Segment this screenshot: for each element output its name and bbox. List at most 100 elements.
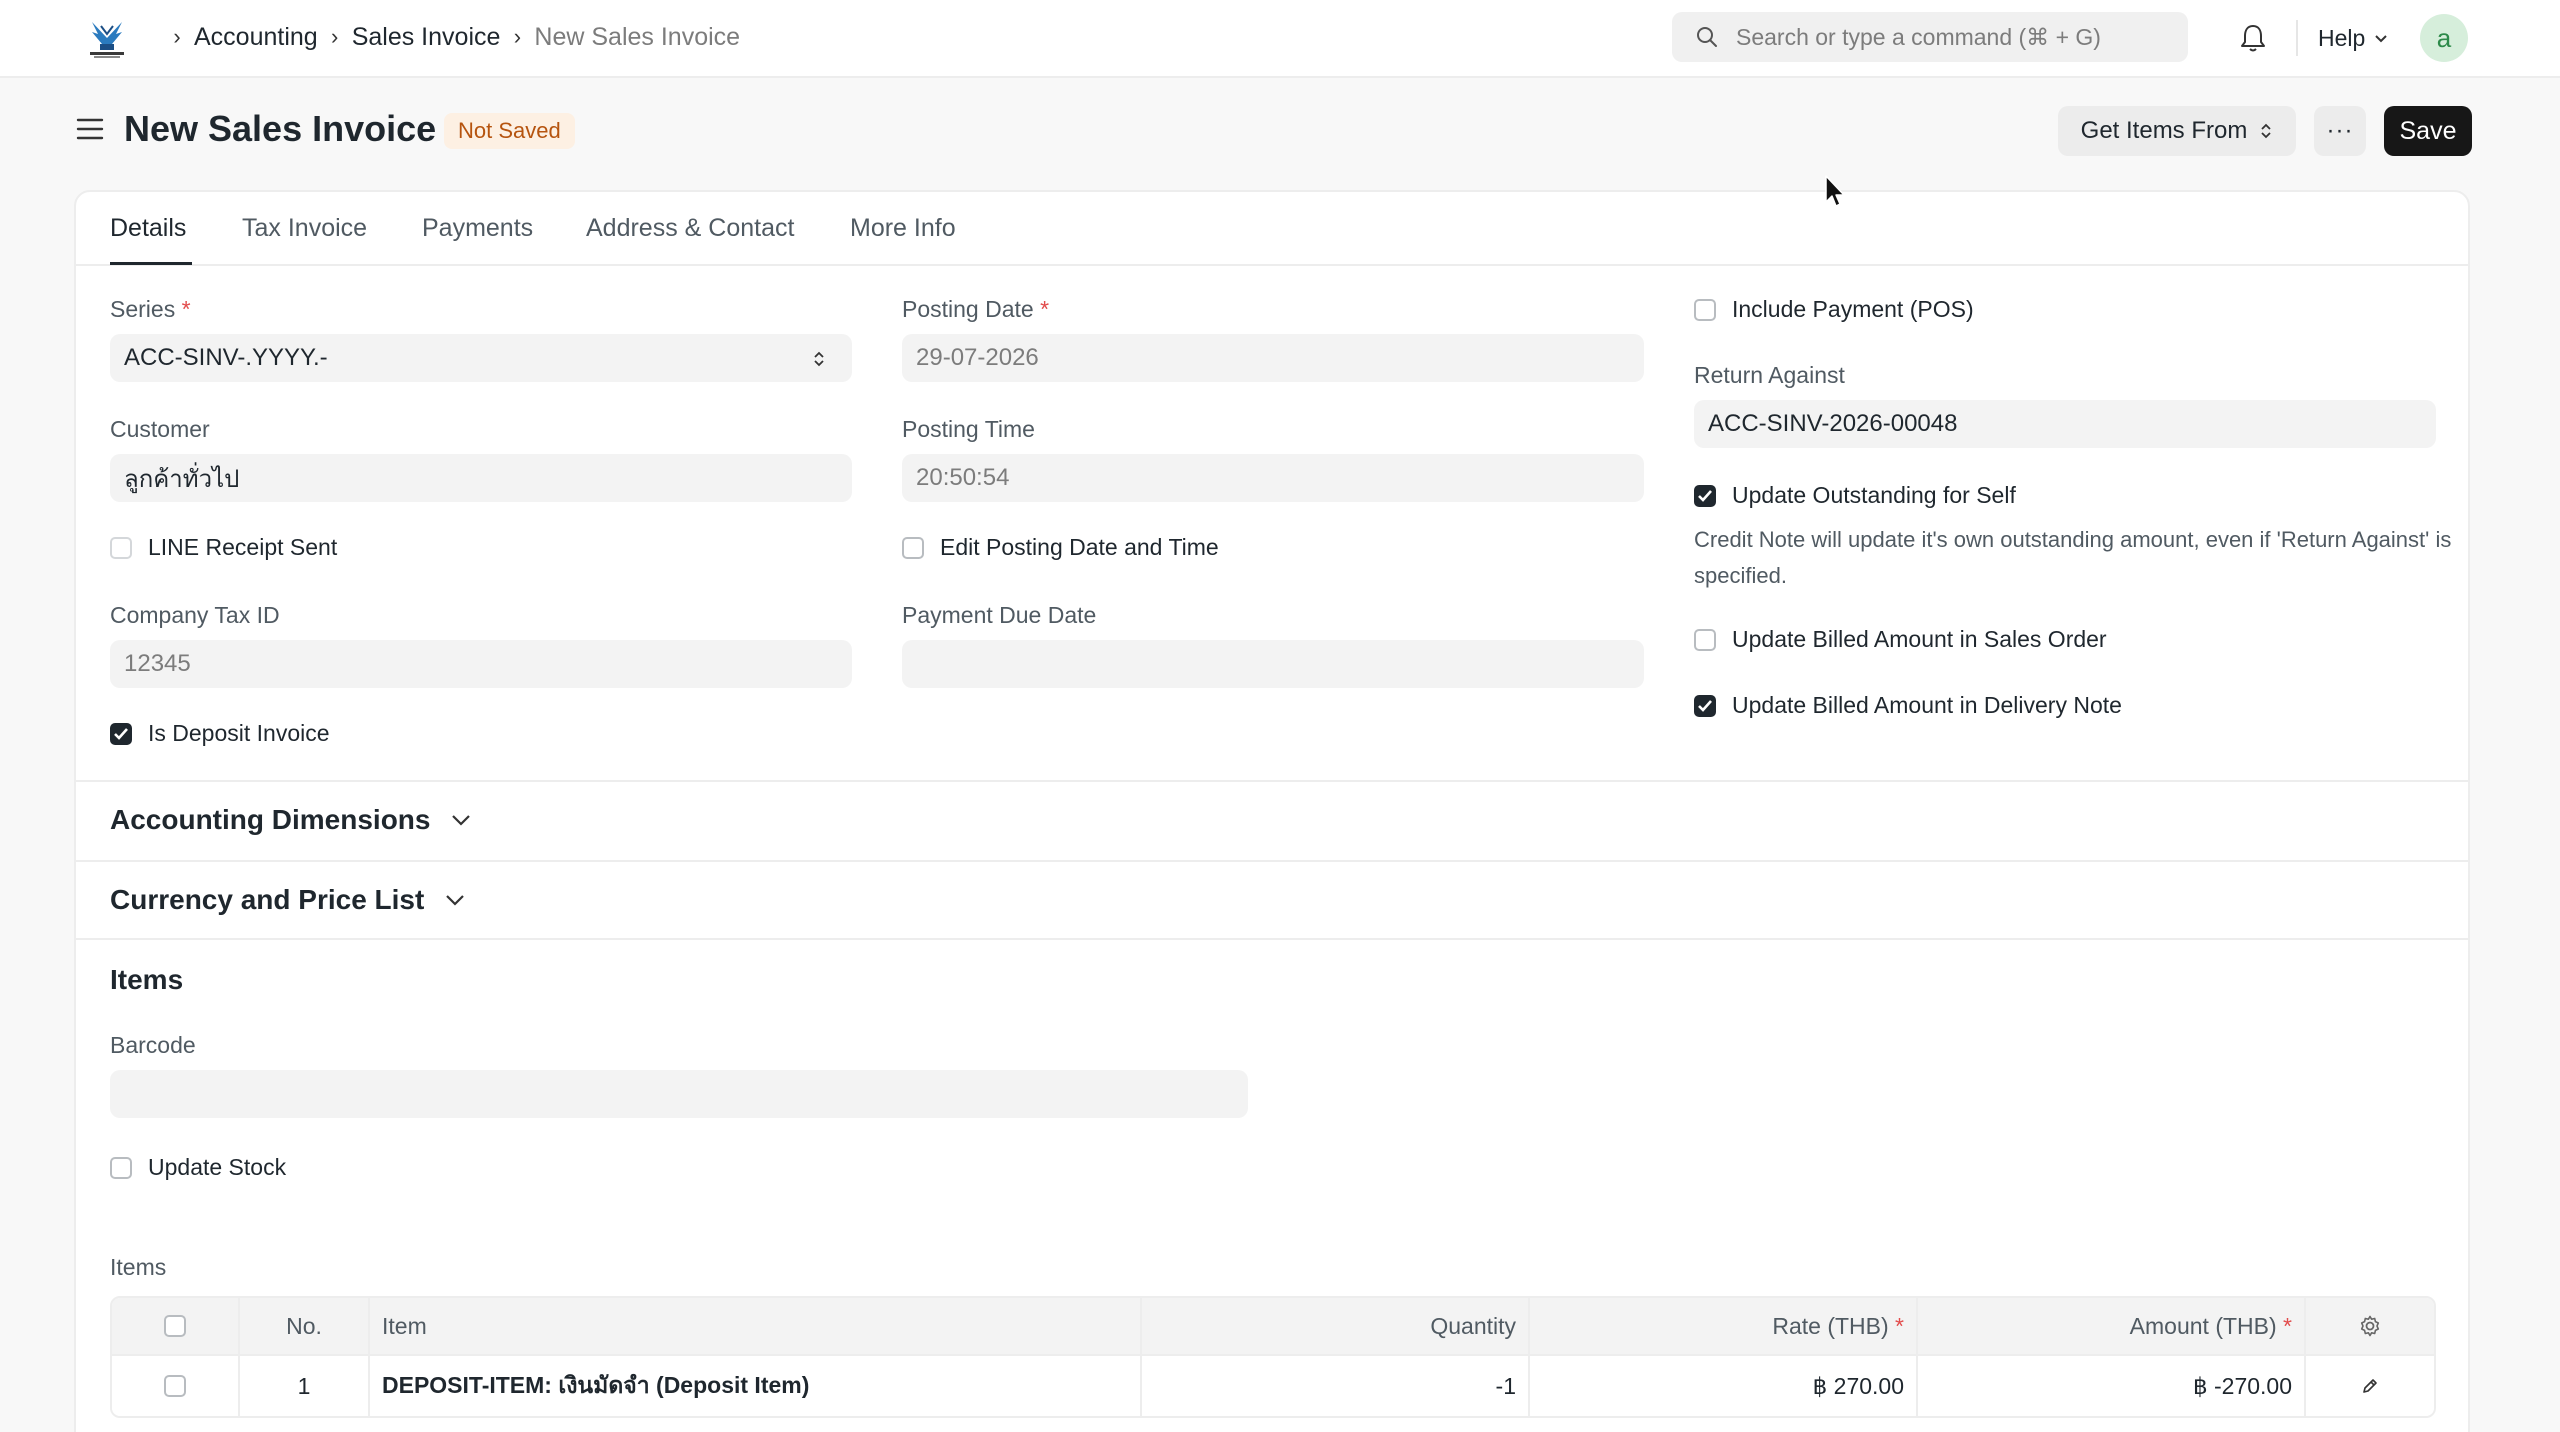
payment-due-date-field[interactable] bbox=[902, 640, 1644, 688]
get-items-from-button[interactable]: Get Items From bbox=[2058, 106, 2296, 156]
select-updown-icon bbox=[814, 351, 824, 367]
checkmark-icon bbox=[1698, 489, 1712, 502]
chevron-right-icon: › bbox=[513, 24, 522, 49]
barcode-label: Barcode bbox=[110, 1032, 196, 1058]
update-billed-delivery-note-label: Update Billed Amount in Delivery Note bbox=[1732, 692, 2122, 718]
tab-more-info[interactable]: More Info bbox=[850, 214, 956, 243]
currency-price-list-section[interactable]: Currency and Price List bbox=[110, 884, 466, 916]
breadcrumb: › Accounting › Sales Invoice › New Sales… bbox=[160, 0, 740, 74]
company-tax-id-value: 12345 bbox=[124, 650, 191, 677]
checkbox-checked[interactable] bbox=[1694, 694, 1716, 717]
row-item[interactable]: DEPOSIT-ITEM: เงินมัดจำ (Deposit Item) bbox=[370, 1356, 1142, 1416]
row-no: 1 bbox=[240, 1356, 370, 1416]
avatar[interactable]: a bbox=[2420, 14, 2468, 62]
more-actions-button[interactable]: ··· bbox=[2314, 106, 2366, 156]
search-bar[interactable] bbox=[1672, 12, 2188, 62]
row-amount: ฿ -270.00 bbox=[1918, 1356, 2306, 1416]
table-row[interactable]: 1 DEPOSIT-ITEM: เงินมัดจำ (Deposit Item)… bbox=[112, 1354, 2434, 1416]
select-all-cell bbox=[112, 1298, 240, 1354]
breadcrumb-accounting[interactable]: Accounting bbox=[194, 23, 318, 52]
chevron-down-icon bbox=[2375, 35, 2388, 43]
row-quantity[interactable]: -1 bbox=[1142, 1356, 1530, 1416]
update-billed-sales-order-checkbox[interactable]: Update Billed Amount in Sales Order bbox=[1694, 626, 2107, 653]
return-against-value: ACC-SINV-2026-00048 bbox=[1708, 410, 1958, 437]
checkbox[interactable] bbox=[902, 536, 924, 559]
posting-time-label: Posting Time bbox=[902, 416, 1035, 442]
edit-pencil-icon[interactable] bbox=[2360, 1376, 2380, 1396]
checkbox[interactable] bbox=[1694, 298, 1716, 321]
tab-tax-invoice[interactable]: Tax Invoice bbox=[242, 214, 367, 243]
bell-icon[interactable] bbox=[2238, 22, 2268, 54]
items-table: No. Item Quantity Rate (THB) * Amount (T… bbox=[110, 1296, 2436, 1418]
checkbox[interactable] bbox=[1694, 628, 1716, 651]
customer-label: Customer bbox=[110, 416, 210, 442]
search-input[interactable] bbox=[1736, 23, 2156, 51]
row-edit-cell[interactable] bbox=[2306, 1356, 2434, 1416]
row-checkbox[interactable] bbox=[164, 1375, 186, 1397]
gear-icon[interactable] bbox=[2358, 1314, 2382, 1338]
is-deposit-invoice-label: Is Deposit Invoice bbox=[148, 720, 330, 746]
tab-payments[interactable]: Payments bbox=[422, 214, 533, 243]
posting-date-label: Posting Date * bbox=[902, 296, 1050, 322]
update-stock-checkbox[interactable]: Update Stock bbox=[110, 1154, 286, 1181]
section-divider bbox=[76, 860, 2468, 862]
navbar: › Accounting › Sales Invoice › New Sales… bbox=[0, 0, 2560, 78]
update-billed-delivery-note-checkbox[interactable]: Update Billed Amount in Delivery Note bbox=[1694, 692, 2122, 719]
payment-due-date-label: Payment Due Date bbox=[902, 602, 1097, 628]
header-item: Item bbox=[370, 1298, 1142, 1354]
search-icon bbox=[1697, 27, 1717, 47]
app-logo[interactable] bbox=[84, 16, 130, 60]
chevron-right-icon: › bbox=[173, 24, 181, 49]
section-divider bbox=[76, 938, 2468, 940]
sidebar-toggle-icon[interactable] bbox=[76, 116, 104, 142]
select-all-checkbox[interactable] bbox=[164, 1315, 186, 1337]
header-rate: Rate (THB) * bbox=[1530, 1298, 1918, 1354]
barcode-input[interactable] bbox=[110, 1070, 1248, 1118]
help-label: Help bbox=[2318, 24, 2366, 51]
update-outstanding-checkbox[interactable]: Update Outstanding for Self bbox=[1694, 482, 2016, 509]
include-payment-pos-checkbox[interactable]: Include Payment (POS) bbox=[1694, 296, 1974, 323]
section-divider bbox=[76, 780, 2468, 782]
checkbox-checked[interactable] bbox=[110, 722, 132, 745]
checkbox[interactable] bbox=[110, 536, 132, 559]
is-deposit-invoice-checkbox[interactable]: Is Deposit Invoice bbox=[110, 720, 330, 747]
posting-date-field[interactable]: 29-07-2026 bbox=[902, 334, 1644, 382]
line-receipt-sent-checkbox[interactable]: LINE Receipt Sent bbox=[110, 534, 337, 561]
posting-time-field[interactable]: 20:50:54 bbox=[902, 454, 1644, 502]
company-tax-id-field: 12345 bbox=[110, 640, 852, 688]
series-value: ACC-SINV-.YYYY.- bbox=[124, 344, 328, 371]
tab-address-contact[interactable]: Address & Contact bbox=[586, 214, 794, 243]
checkmark-icon bbox=[114, 727, 128, 740]
update-outstanding-description: Credit Note will update it's own outstan… bbox=[1694, 527, 2452, 588]
header-quantity: Quantity bbox=[1142, 1298, 1530, 1354]
line-receipt-sent-label: LINE Receipt Sent bbox=[148, 534, 338, 560]
help-menu[interactable]: Help bbox=[2318, 20, 2389, 56]
accounting-dimensions-title: Accounting Dimensions bbox=[110, 804, 431, 835]
chevron-down-icon bbox=[452, 815, 471, 826]
breadcrumb-sales-invoice[interactable]: Sales Invoice bbox=[352, 23, 501, 52]
tab-details[interactable]: Details bbox=[110, 214, 186, 243]
page-title: New Sales Invoice bbox=[124, 108, 437, 149]
table-header-row: No. Item Quantity Rate (THB) * Amount (T… bbox=[112, 1298, 2434, 1354]
posting-date-value: 29-07-2026 bbox=[916, 344, 1039, 371]
currency-price-list-title: Currency and Price List bbox=[110, 884, 425, 915]
header-amount: Amount (THB) * bbox=[1918, 1298, 2306, 1354]
return-against-field[interactable]: ACC-SINV-2026-00048 bbox=[1694, 400, 2436, 448]
accounting-dimensions-section[interactable]: Accounting Dimensions bbox=[110, 804, 472, 836]
save-button[interactable]: Save bbox=[2384, 106, 2472, 156]
mouse-cursor-icon bbox=[1825, 175, 1845, 207]
customer-field[interactable]: ลูกค้าทั่วไป bbox=[110, 454, 852, 502]
navbar-divider bbox=[2296, 20, 2298, 56]
edit-posting-date-checkbox[interactable]: Edit Posting Date and Time bbox=[902, 534, 1219, 561]
update-billed-sales-order-label: Update Billed Amount in Sales Order bbox=[1732, 626, 2107, 652]
checkbox[interactable] bbox=[110, 1156, 132, 1179]
items-section-title: Items bbox=[110, 964, 183, 996]
update-outstanding-label: Update Outstanding for Self bbox=[1732, 482, 2016, 508]
header-settings[interactable] bbox=[2306, 1298, 2434, 1354]
series-select[interactable]: ACC-SINV-.YYYY.- bbox=[110, 334, 852, 382]
row-rate[interactable]: ฿ 270.00 bbox=[1530, 1356, 1918, 1416]
checkbox-checked[interactable] bbox=[1694, 484, 1716, 507]
header-no: No. bbox=[240, 1298, 370, 1354]
chevron-down-icon bbox=[446, 895, 465, 906]
status-badge: Not Saved bbox=[444, 113, 575, 149]
